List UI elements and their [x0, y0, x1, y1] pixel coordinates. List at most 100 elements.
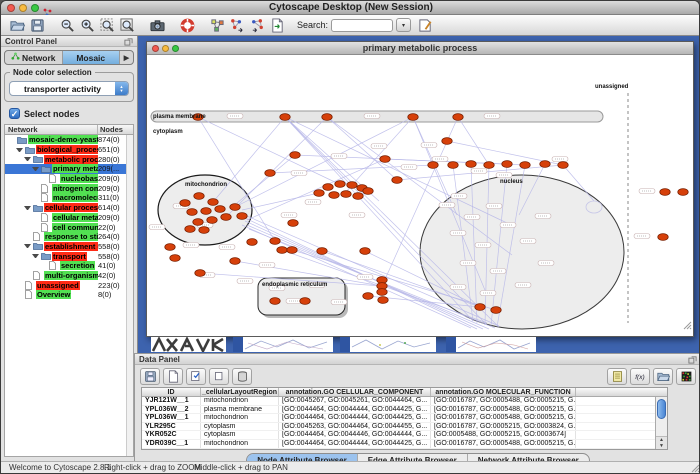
- network-window-titlebar[interactable]: primary metabolic process: [147, 42, 693, 55]
- gene-node[interactable]: [378, 297, 388, 304]
- gene-node[interactable]: [540, 161, 550, 168]
- attr-delete-button[interactable]: [232, 368, 252, 385]
- window-resize-grip[interactable]: [683, 317, 692, 335]
- gene-node[interactable]: [558, 162, 568, 169]
- tab-overflow-button[interactable]: ▶: [120, 51, 133, 64]
- gene-node[interactable]: [317, 248, 327, 255]
- gene-node[interactable]: [448, 162, 458, 169]
- tree-row-cellular-process[interactable]: cellular process614(0): [5, 203, 133, 213]
- table-row[interactable]: YLR295Ccytoplasm[GO:0045263, GO:0044464,…: [142, 423, 667, 432]
- gene-node[interactable]: [380, 156, 390, 163]
- table-scrollbar[interactable]: ▲▼: [655, 397, 667, 449]
- gene-node[interactable]: [377, 289, 387, 296]
- gene-node[interactable]: [277, 247, 287, 254]
- gene-node[interactable]: [201, 208, 211, 215]
- network-canvas[interactable]: plasma membranecytoplasmmitochondrionnuc…: [147, 55, 693, 336]
- app-resize-grip[interactable]: [690, 463, 700, 472]
- gene-node[interactable]: [208, 199, 218, 206]
- tree-row-overview[interactable]: Overview8(0): [5, 290, 133, 300]
- gene-node[interactable]: [230, 258, 240, 265]
- table-column-header[interactable]: _cellularLayoutRegion: [201, 388, 279, 396]
- gene-node[interactable]: [193, 219, 203, 226]
- attr-select-button[interactable]: [186, 368, 206, 385]
- gene-node[interactable]: [207, 217, 217, 224]
- help-button[interactable]: [177, 16, 197, 34]
- gene-node[interactable]: [335, 181, 345, 188]
- gene-node[interactable]: [658, 234, 668, 241]
- gene-node[interactable]: [678, 189, 688, 196]
- gene-node[interactable]: [247, 239, 257, 246]
- import-table-button[interactable]: [267, 16, 287, 34]
- background-window-fragment[interactable]: [233, 337, 333, 352]
- attr-new-button[interactable]: [163, 368, 183, 385]
- float-panel-icon[interactable]: [688, 355, 697, 364]
- background-window-fragment[interactable]: [446, 337, 536, 352]
- gene-node[interactable]: [453, 114, 463, 121]
- tree-row-cell-communicat[interactable]: cell communicat22(0): [5, 222, 133, 232]
- search-input[interactable]: [331, 19, 393, 32]
- snapshot-button[interactable]: [147, 16, 167, 34]
- tree-row-macromolecule[interactable]: macromolecule311(0): [5, 193, 133, 203]
- tree-row-cellular-metabo[interactable]: cellular metabo209(0): [5, 213, 133, 223]
- zoom-out-button[interactable]: [57, 16, 77, 34]
- gene-node[interactable]: [363, 188, 373, 195]
- gene-node[interactable]: [180, 200, 190, 207]
- zoom-selected-button[interactable]: [97, 16, 117, 34]
- tree-row-primary-metabol[interactable]: primary metabol209(...: [5, 164, 133, 174]
- table-column-header[interactable]: ID: [142, 388, 201, 396]
- gene-node[interactable]: [170, 255, 180, 262]
- tree-scrollbar[interactable]: [126, 135, 133, 456]
- gene-node[interactable]: [237, 213, 247, 220]
- gene-node[interactable]: [363, 293, 373, 300]
- table-row[interactable]: YJR121W__1mitochondrion[GO:0045267, GO:0…: [142, 397, 667, 406]
- gene-node[interactable]: [288, 220, 298, 227]
- tree-expander-icon[interactable]: [32, 254, 39, 258]
- open-file-button[interactable]: [7, 16, 27, 34]
- gene-node[interactable]: [215, 206, 225, 213]
- gene-node[interactable]: [408, 114, 418, 121]
- tree-row-nucleobase-[interactable]: nucleobase-209(0): [5, 174, 133, 184]
- tree-row-unassigned[interactable]: unassigned223(0): [5, 280, 133, 290]
- gene-node[interactable]: [442, 138, 452, 145]
- tab-mosaic[interactable]: Mosaic: [63, 51, 121, 64]
- gene-node[interactable]: [329, 192, 339, 199]
- gene-node[interactable]: [475, 304, 485, 311]
- tree-row-secretion[interactable]: secretion41(0): [5, 261, 133, 271]
- manage-networks-button[interactable]: [207, 16, 227, 34]
- gene-node[interactable]: [165, 244, 175, 251]
- tree-row-transport[interactable]: transport558(0): [5, 251, 133, 261]
- apply-layout-button[interactable]: [227, 16, 247, 34]
- gene-node[interactable]: [322, 114, 332, 121]
- gene-node[interactable]: [392, 177, 402, 184]
- gene-node[interactable]: [347, 182, 357, 189]
- table-row[interactable]: YKR052Ccytoplasm[GO:0044464, GO:0044446,…: [142, 431, 667, 440]
- gene-node[interactable]: [660, 189, 670, 196]
- gene-node[interactable]: [484, 162, 494, 169]
- table-column-header[interactable]: annotation.GO MOLECULAR_FUNCTION: [431, 388, 576, 396]
- gene-node[interactable]: [491, 307, 501, 314]
- attr-function-button[interactable]: f(x): [630, 368, 650, 385]
- gene-node[interactable]: [353, 193, 363, 200]
- gene-node[interactable]: [187, 209, 197, 216]
- attr-notepad-button[interactable]: [607, 368, 627, 385]
- background-window-fragment[interactable]: [340, 337, 436, 352]
- tree-expander-icon[interactable]: [32, 167, 39, 171]
- node-color-dropdown[interactable]: transporter activity ▲▼: [9, 81, 129, 96]
- table-row[interactable]: YDR039C__1mitochondrion[GO:0044464, GO:0…: [142, 440, 667, 449]
- gene-node[interactable]: [360, 248, 370, 255]
- attr-matrix-button[interactable]: [676, 368, 696, 385]
- tree-row-response-to-stimulu[interactable]: response to stimulu264(0): [5, 232, 133, 242]
- tree-row-multi-organism-pro[interactable]: multi-organism pro42(0): [5, 271, 133, 281]
- gene-node[interactable]: [502, 161, 512, 168]
- scrollbar-arrows[interactable]: ▲▼: [656, 436, 667, 449]
- annotate-button[interactable]: [415, 16, 435, 34]
- zoom-in-button[interactable]: [77, 16, 97, 34]
- tree-row-metabolic-process[interactable]: metabolic process280(0): [5, 154, 133, 164]
- gene-node[interactable]: [195, 270, 205, 277]
- tree-expander-icon[interactable]: [24, 244, 31, 248]
- gene-node[interactable]: [280, 114, 290, 121]
- gene-node[interactable]: [290, 152, 300, 159]
- tree-row-nitrogen-compo[interactable]: nitrogen compo209(0): [5, 183, 133, 193]
- gene-node[interactable]: [199, 227, 209, 234]
- save-session-button[interactable]: [27, 16, 47, 34]
